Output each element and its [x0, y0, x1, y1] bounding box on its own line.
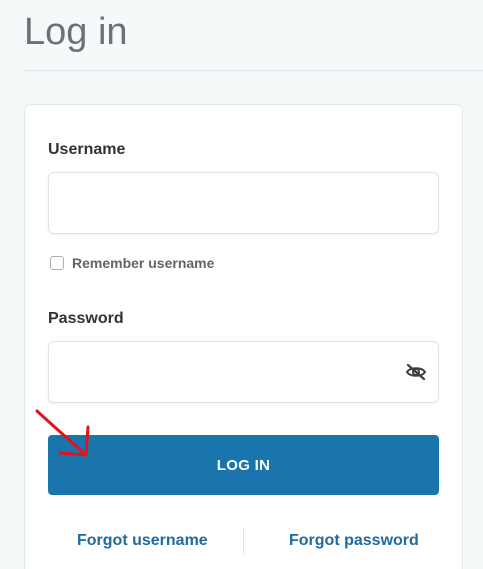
checkbox-box[interactable]: [50, 256, 64, 270]
login-card: Username Remember username Password LOG …: [24, 104, 463, 569]
eye-slash-icon[interactable]: [404, 361, 428, 383]
remember-username-label: Remember username: [72, 255, 215, 271]
remember-username-checkbox[interactable]: Remember username: [50, 255, 214, 271]
password-input[interactable]: [48, 341, 439, 403]
title-divider: [24, 70, 483, 71]
page-title: Log in: [24, 11, 128, 53]
username-input[interactable]: [48, 172, 439, 234]
username-label: Username: [48, 141, 126, 158]
forgot-username-link[interactable]: Forgot username: [77, 532, 208, 550]
forgot-password-link[interactable]: Forgot password: [289, 532, 419, 550]
login-page: Log in Username Remember username Passwo…: [0, 0, 483, 569]
forgot-links: Forgot username Forgot password: [25, 528, 464, 556]
links-divider: [243, 528, 244, 555]
password-label: Password: [48, 310, 124, 327]
login-button[interactable]: LOG IN: [48, 435, 439, 495]
